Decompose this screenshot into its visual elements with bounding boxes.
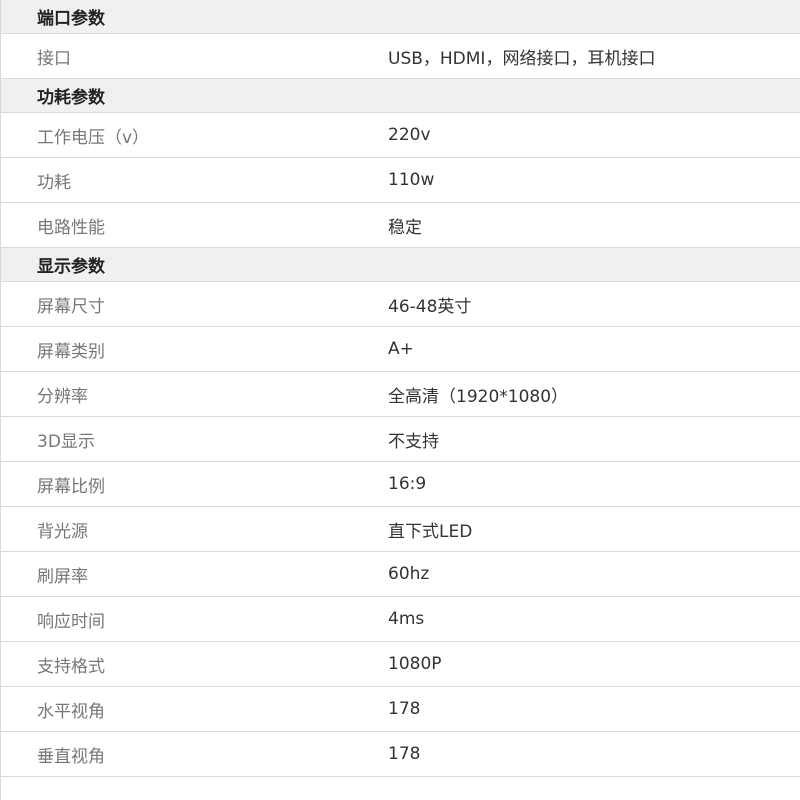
- spec-label: 刷屏率: [37, 566, 88, 587]
- spec-value: 178: [388, 744, 421, 764]
- spec-table: 端口参数 接口 USB，HDMI，网络接口，耳机接口 功耗参数 工作电压（v） …: [0, 0, 800, 800]
- spec-value: 4ms: [388, 609, 425, 629]
- spec-label: 接口: [37, 48, 71, 69]
- spec-label: 屏幕比例: [37, 476, 105, 497]
- spec-value: 不支持: [388, 431, 439, 452]
- section-title: 端口参数: [37, 9, 105, 29]
- table-row: 刷屏率 60hz: [1, 552, 800, 597]
- spec-label: 分辨率: [37, 386, 88, 407]
- section-header-port: 端口参数: [1, 0, 800, 34]
- spec-label: 背光源: [37, 521, 88, 542]
- section-header-display: 显示参数: [1, 248, 800, 282]
- spec-value: 178: [388, 699, 421, 719]
- section-title: 功耗参数: [37, 88, 105, 108]
- spec-value: 1080P: [388, 654, 442, 674]
- spec-value: 110w: [388, 170, 435, 190]
- table-row: 垂直视角 178: [1, 732, 800, 777]
- spec-value: 稳定: [388, 217, 422, 238]
- spec-value: 全高清（1920*1080）: [388, 386, 569, 407]
- spec-label: 电路性能: [37, 217, 105, 238]
- section-header-power: 功耗参数: [1, 79, 800, 113]
- table-row: 背光源 直下式LED: [1, 507, 800, 552]
- spec-value: A+: [388, 339, 414, 359]
- spec-label: 3D显示: [37, 431, 95, 452]
- table-row: 屏幕尺寸 46-48英寸: [1, 282, 800, 327]
- spec-label: 屏幕尺寸: [37, 296, 105, 317]
- table-row: 电路性能 稳定: [1, 203, 800, 248]
- spec-label: 功耗: [37, 172, 71, 193]
- table-row: 屏幕比例 16:9: [1, 462, 800, 507]
- table-row: 工作电压（v） 220v: [1, 113, 800, 158]
- table-row: 水平视角 178: [1, 687, 800, 732]
- spec-value: 46-48英寸: [388, 296, 472, 317]
- spec-label: 支持格式: [37, 656, 105, 677]
- table-row: 功耗 110w: [1, 158, 800, 203]
- spec-label: 工作电压（v）: [37, 127, 150, 148]
- spec-label: 屏幕类别: [37, 341, 105, 362]
- spec-value: USB，HDMI，网络接口，耳机接口: [388, 48, 656, 69]
- spec-label: 响应时间: [37, 611, 105, 632]
- spec-label: 水平视角: [37, 701, 105, 722]
- spec-value: 220v: [388, 125, 431, 145]
- spec-label: 垂直视角: [37, 746, 105, 767]
- spec-value: 16:9: [388, 474, 427, 494]
- spec-value: 直下式LED: [388, 521, 473, 542]
- table-row: 接口 USB，HDMI，网络接口，耳机接口: [1, 34, 800, 79]
- table-row: 支持格式 1080P: [1, 642, 800, 687]
- section-title: 显示参数: [37, 257, 105, 277]
- table-row: 分辨率 全高清（1920*1080）: [1, 372, 800, 417]
- table-row: 3D显示 不支持: [1, 417, 800, 462]
- spec-value: 60hz: [388, 564, 430, 584]
- table-row: 屏幕类别 A+: [1, 327, 800, 372]
- table-row: 响应时间 4ms: [1, 597, 800, 642]
